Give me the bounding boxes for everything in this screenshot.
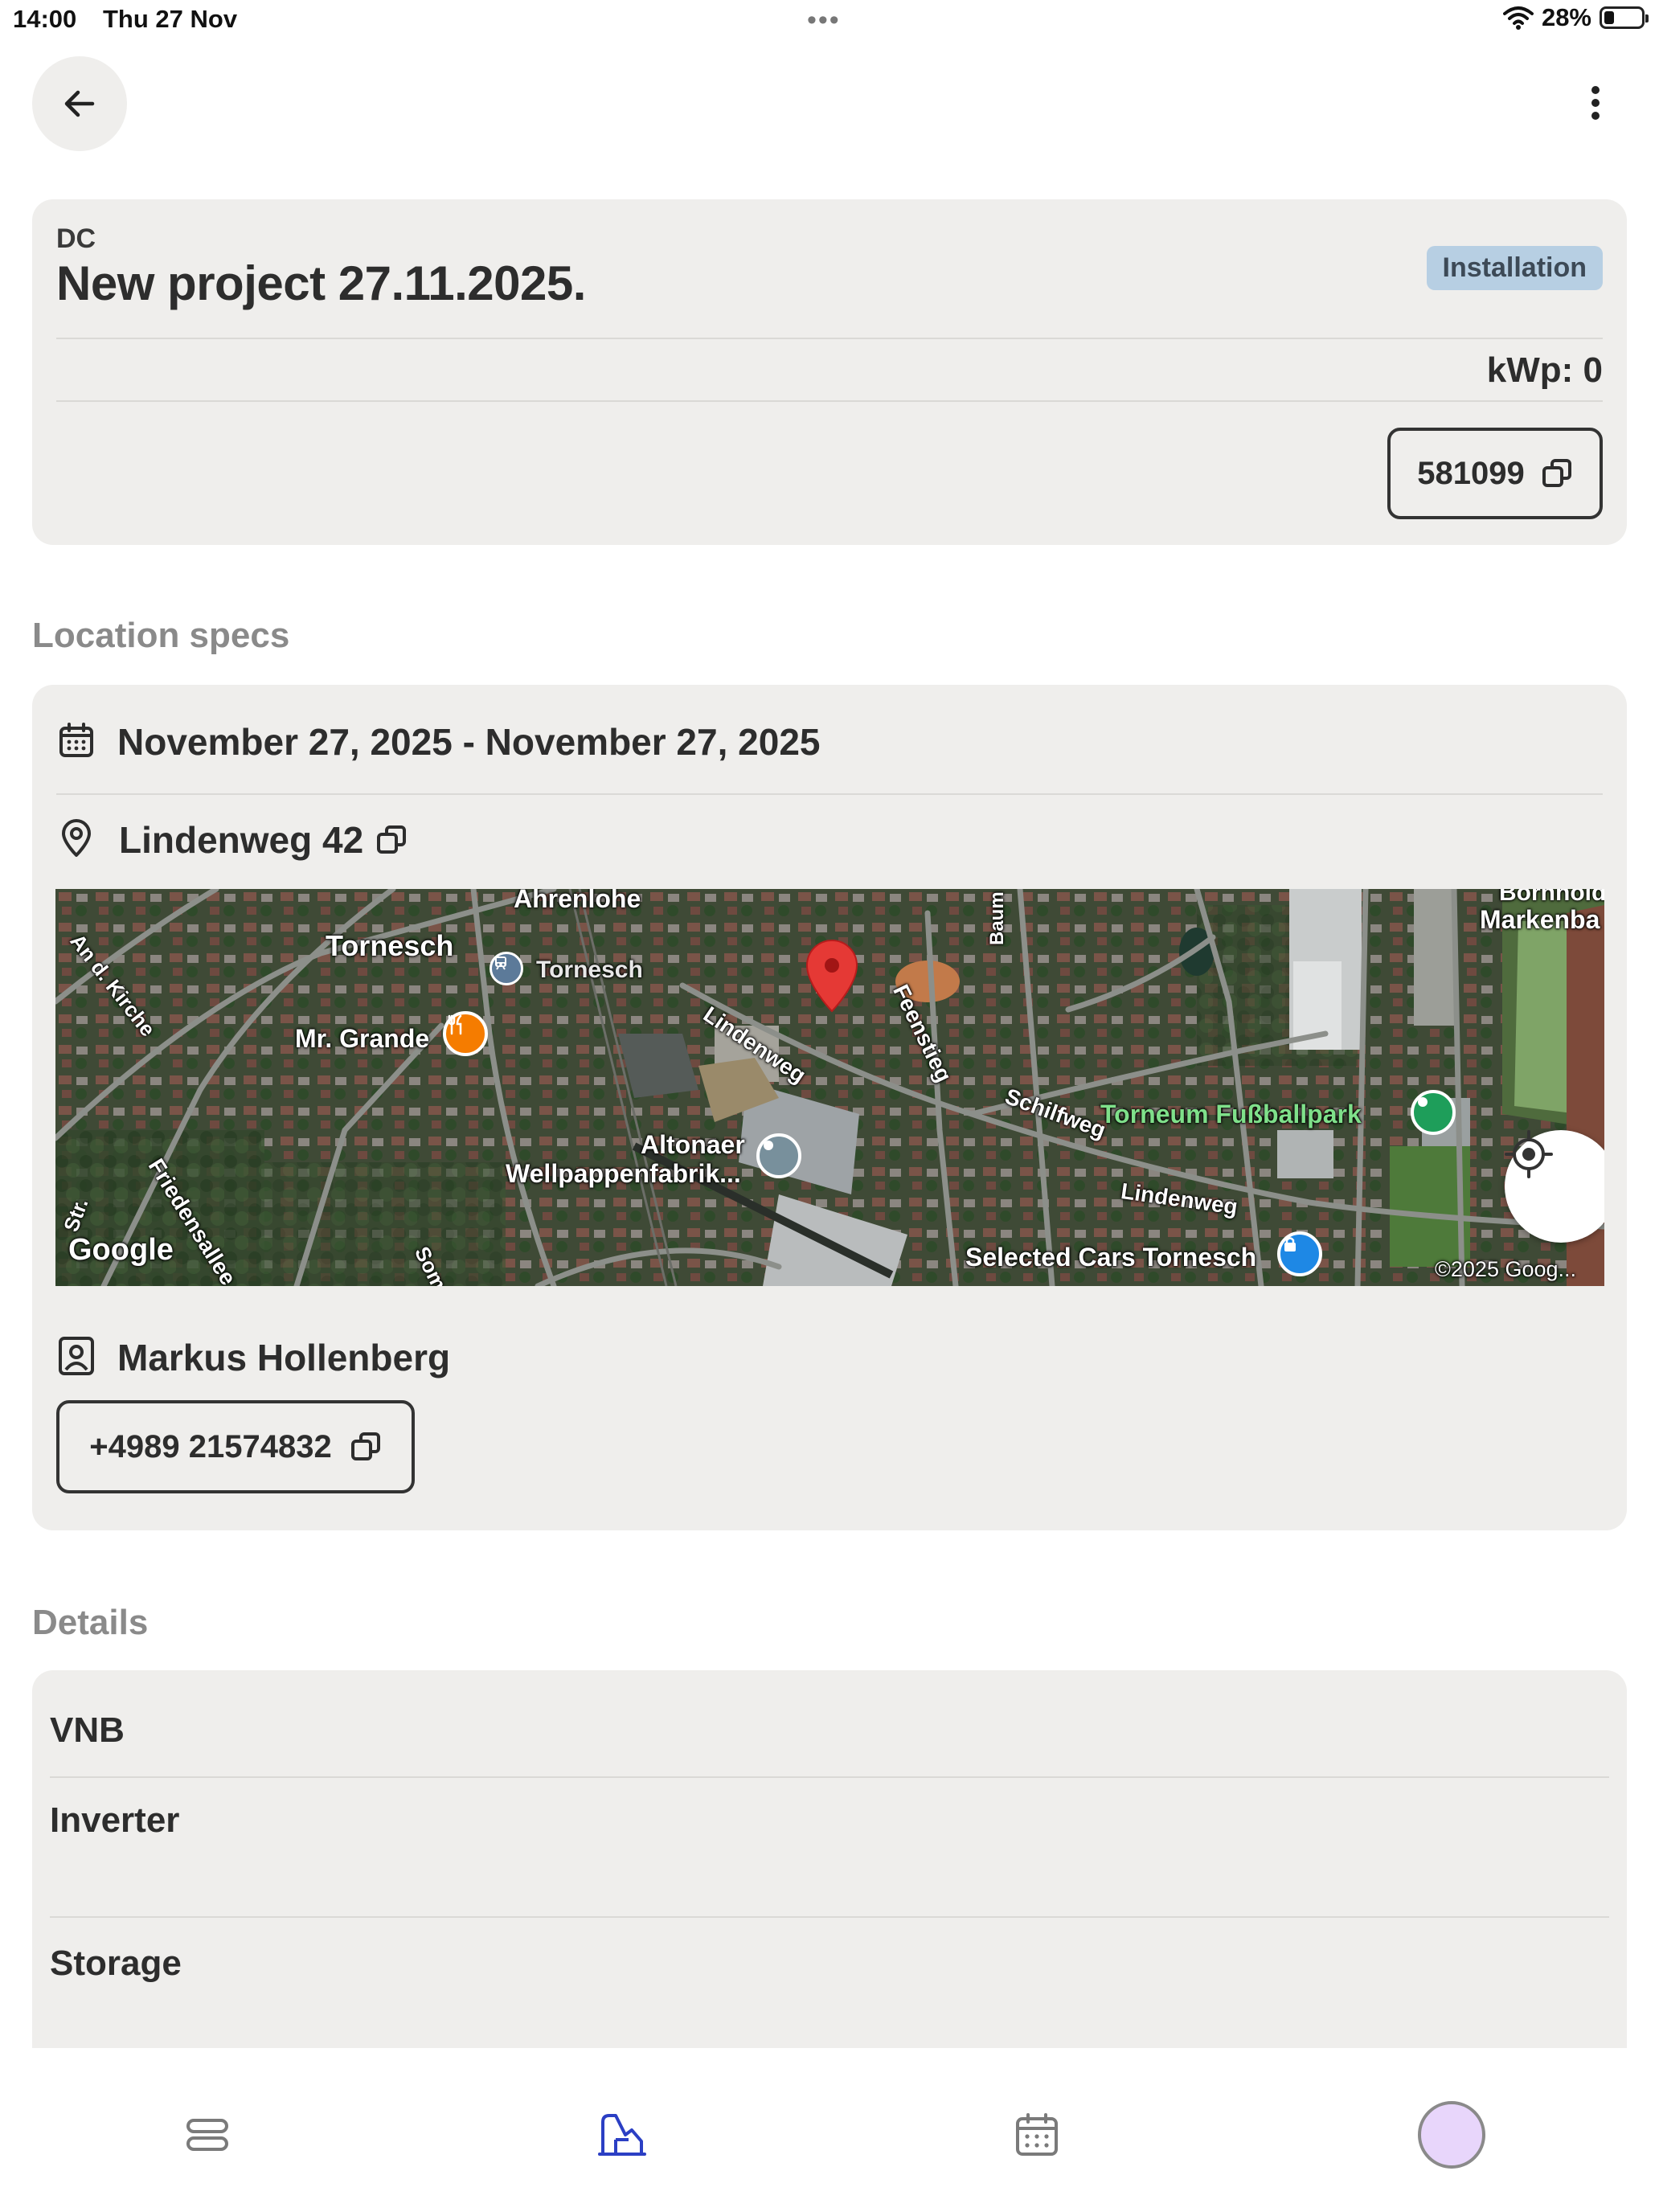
date-range: November 27, 2025 - November 27, 2025 bbox=[117, 721, 821, 763]
wifi-icon bbox=[1502, 6, 1534, 30]
nav-calendar[interactable] bbox=[997, 2095, 1077, 2175]
map-label: Ahrenlohe bbox=[514, 889, 641, 913]
map-label: Mr. Grande bbox=[295, 1024, 430, 1053]
map-pin-icon bbox=[56, 818, 96, 858]
map-label: Selected Cars Tornesch bbox=[965, 1243, 1257, 1272]
divider bbox=[56, 338, 1603, 339]
list-icon bbox=[186, 2119, 228, 2151]
divider bbox=[56, 400, 1603, 402]
nav-home[interactable] bbox=[582, 2095, 662, 2175]
map-copyright: ©2025 Goog... bbox=[1435, 1257, 1577, 1281]
divider bbox=[50, 1916, 1609, 1918]
calendar-icon bbox=[1016, 2113, 1058, 2156]
details-card: VNB Inverter Storage bbox=[32, 1670, 1627, 2048]
battery-percent: 28% bbox=[1541, 3, 1591, 31]
avatar bbox=[1418, 2101, 1485, 2169]
map-label: Torneum Fußballpark bbox=[1100, 1100, 1362, 1129]
detail-row-vnb[interactable]: VNB bbox=[50, 1710, 125, 1751]
copy-project-id-button[interactable]: 581099 bbox=[1387, 428, 1603, 519]
nav-list[interactable] bbox=[167, 2095, 248, 2175]
project-id: 581099 bbox=[1417, 455, 1525, 491]
more-vertical-icon bbox=[1591, 86, 1600, 120]
map-label: Tornesch bbox=[536, 956, 643, 983]
status-time: 14:00 bbox=[13, 5, 77, 33]
shopping-icon[interactable] bbox=[1277, 1231, 1322, 1276]
map-view[interactable]: Ahrenlohe An d. Kirche Tornesch Tornesch… bbox=[55, 889, 1604, 1286]
map-label: Altonaer bbox=[641, 1130, 745, 1159]
status-date: Thu 27 Nov bbox=[103, 5, 238, 33]
divider bbox=[56, 793, 1603, 795]
multitasking-dots-icon[interactable]: ••• bbox=[807, 5, 841, 36]
back-button[interactable] bbox=[32, 56, 127, 151]
restaurant-icon[interactable] bbox=[443, 1011, 488, 1056]
status-badge: Installation bbox=[1426, 246, 1603, 290]
status-bar: 14:00 Thu 27 Nov ••• 28% bbox=[0, 0, 1659, 42]
map-label: Baum bbox=[986, 891, 1008, 945]
address: Lindenweg 42 bbox=[119, 819, 364, 861]
contact-name: Markus Hollenberg bbox=[117, 1337, 451, 1378]
location-card: November 27, 2025 - November 27, 2025 Li… bbox=[32, 685, 1627, 1530]
copy-phone-button[interactable]: +4989 21574832 bbox=[56, 1400, 415, 1493]
detail-row-storage[interactable]: Storage bbox=[50, 1944, 182, 1984]
calendar-icon bbox=[56, 720, 96, 760]
transit-station-icon[interactable] bbox=[490, 952, 523, 985]
section-title-location: Location specs bbox=[32, 616, 290, 655]
project-header-card: DC New project 27.11.2025. Installation … bbox=[32, 199, 1627, 545]
status-right: 28% bbox=[1502, 3, 1649, 32]
divider bbox=[50, 1776, 1609, 1778]
battery-icon bbox=[1600, 6, 1649, 29]
google-logo: Google bbox=[68, 1233, 174, 1267]
map-label: Wellpappenfabrik... bbox=[506, 1159, 741, 1188]
map-label: Tornesch bbox=[326, 929, 454, 962]
nav-profile[interactable] bbox=[1411, 2095, 1492, 2175]
project-type: DC bbox=[56, 223, 96, 254]
bottom-nav bbox=[0, 2048, 1659, 2212]
map-label: Markenba bbox=[1480, 905, 1600, 934]
factory-icon[interactable] bbox=[756, 1133, 801, 1178]
satellite-map-imagery bbox=[55, 889, 1604, 1286]
page-title: New project 27.11.2025. bbox=[56, 256, 586, 310]
detail-row-inverter[interactable]: Inverter bbox=[50, 1800, 179, 1841]
section-title-details: Details bbox=[32, 1603, 149, 1642]
kwp-value: kWp: 0 bbox=[1486, 350, 1603, 390]
map-label: Bornhold bbox=[1499, 889, 1604, 906]
home-icon bbox=[598, 2114, 646, 2156]
copy-icon bbox=[377, 825, 406, 854]
phone-number: +4989 21574832 bbox=[89, 1428, 332, 1464]
my-location-icon bbox=[1505, 1130, 1553, 1178]
park-icon[interactable] bbox=[1411, 1090, 1456, 1135]
more-options-button[interactable] bbox=[1575, 77, 1616, 129]
copy-icon bbox=[1542, 459, 1571, 487]
copy-icon bbox=[350, 1432, 380, 1460]
copy-address-button[interactable] bbox=[371, 820, 412, 860]
arrow-left-icon bbox=[64, 90, 95, 117]
contact-card-icon bbox=[56, 1336, 96, 1376]
